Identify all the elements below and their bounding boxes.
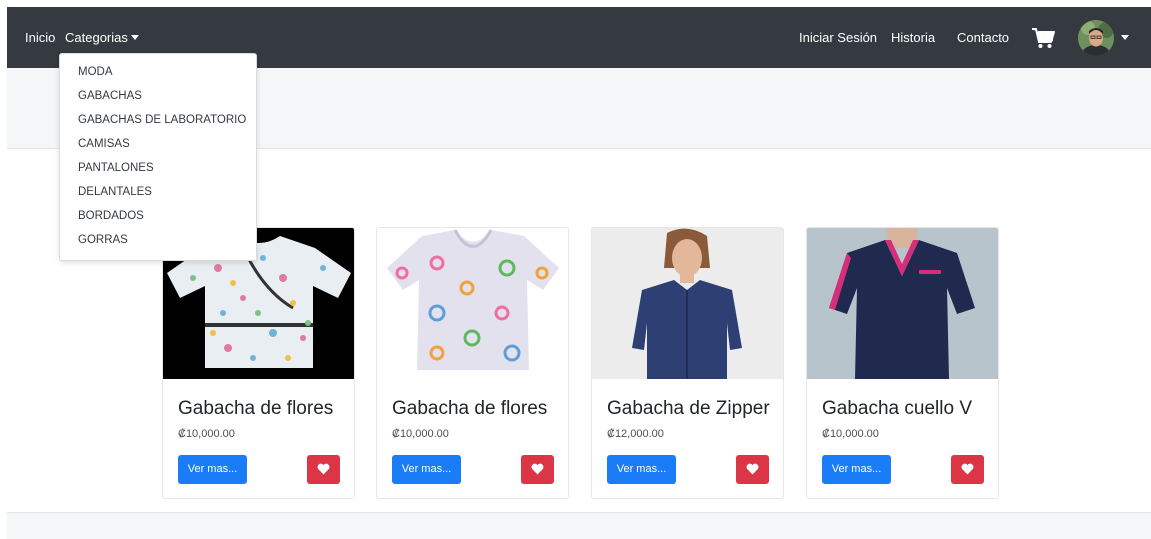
user-avatar[interactable] <box>1078 20 1114 56</box>
product-price: ₡10,000.00 <box>392 428 449 440</box>
favorite-button[interactable] <box>951 455 984 484</box>
heart-icon <box>746 463 759 475</box>
see-more-button[interactable]: Ver mas... <box>392 455 461 484</box>
product-image[interactable] <box>807 228 998 379</box>
product-title: Gabacha cuello V <box>822 398 972 419</box>
product-price: ₡12,000.00 <box>607 428 664 440</box>
product-card: Gabacha de Zipper ₡12,000.00 Ver mas... <box>591 227 784 499</box>
nav-categories-dropdown[interactable]: Categorias <box>65 30 139 46</box>
favorite-button[interactable] <box>521 455 554 484</box>
product-image[interactable] <box>592 228 783 379</box>
product-card: Gabacha de flores ₡10,000.00 Ver mas... <box>376 227 569 499</box>
heart-icon <box>961 463 974 475</box>
dropdown-item-gorras[interactable]: GORRAS <box>78 234 128 246</box>
cart-icon[interactable] <box>1031 27 1055 49</box>
favorite-button[interactable] <box>736 455 769 484</box>
page: Inicio Categorias Iniciar Sesión Histori… <box>7 7 1151 539</box>
favorite-button[interactable] <box>307 455 340 484</box>
product-price: ₡10,000.00 <box>822 428 879 440</box>
nav-categories-label: Categorias <box>65 30 128 45</box>
product-image[interactable] <box>377 228 568 379</box>
nav-home-link[interactable]: Inicio <box>25 30 55 46</box>
product-price: ₡10,000.00 <box>178 428 235 440</box>
caret-down-icon <box>130 35 139 40</box>
categories-dropdown-menu: MODA GABACHAS GABACHAS DE LABORATORIO CA… <box>59 53 257 261</box>
avatar-image <box>1078 20 1114 56</box>
dropdown-item-delantales[interactable]: DELANTALES <box>78 186 152 198</box>
product-card: Gabacha cuello V ₡10,000.00 Ver mas... <box>806 227 999 499</box>
dropdown-item-bordados[interactable]: BORDADOS <box>78 210 144 222</box>
caret-down-icon[interactable] <box>1121 35 1129 40</box>
heart-icon <box>531 463 544 475</box>
dropdown-item-camisas[interactable]: CAMISAS <box>78 138 130 150</box>
nav-login-link[interactable]: Iniciar Sesión <box>799 30 877 46</box>
see-more-button[interactable]: Ver mas... <box>607 455 676 484</box>
product-title: Gabacha de flores <box>392 398 548 419</box>
nav-contact-link[interactable]: Contacto <box>957 30 1009 46</box>
heart-icon <box>317 463 330 475</box>
see-more-button[interactable]: Ver mas... <box>178 455 247 484</box>
product-title: Gabacha de Zipper <box>607 398 770 419</box>
footer <box>7 512 1151 539</box>
product-card: Gabacha de flores ₡10,000.00 Ver mas... <box>162 227 355 499</box>
dropdown-item-moda[interactable]: MODA <box>78 66 113 78</box>
dropdown-item-gabachas[interactable]: GABACHAS <box>78 90 142 102</box>
product-title: Gabacha de flores <box>178 398 334 419</box>
dropdown-item-pantalones[interactable]: PANTALONES <box>78 162 154 174</box>
see-more-button[interactable]: Ver mas... <box>822 455 891 484</box>
dropdown-item-gabachas-laboratorio[interactable]: GABACHAS DE LABORATORIO <box>78 114 246 126</box>
nav-history-link[interactable]: Historia <box>891 30 935 46</box>
